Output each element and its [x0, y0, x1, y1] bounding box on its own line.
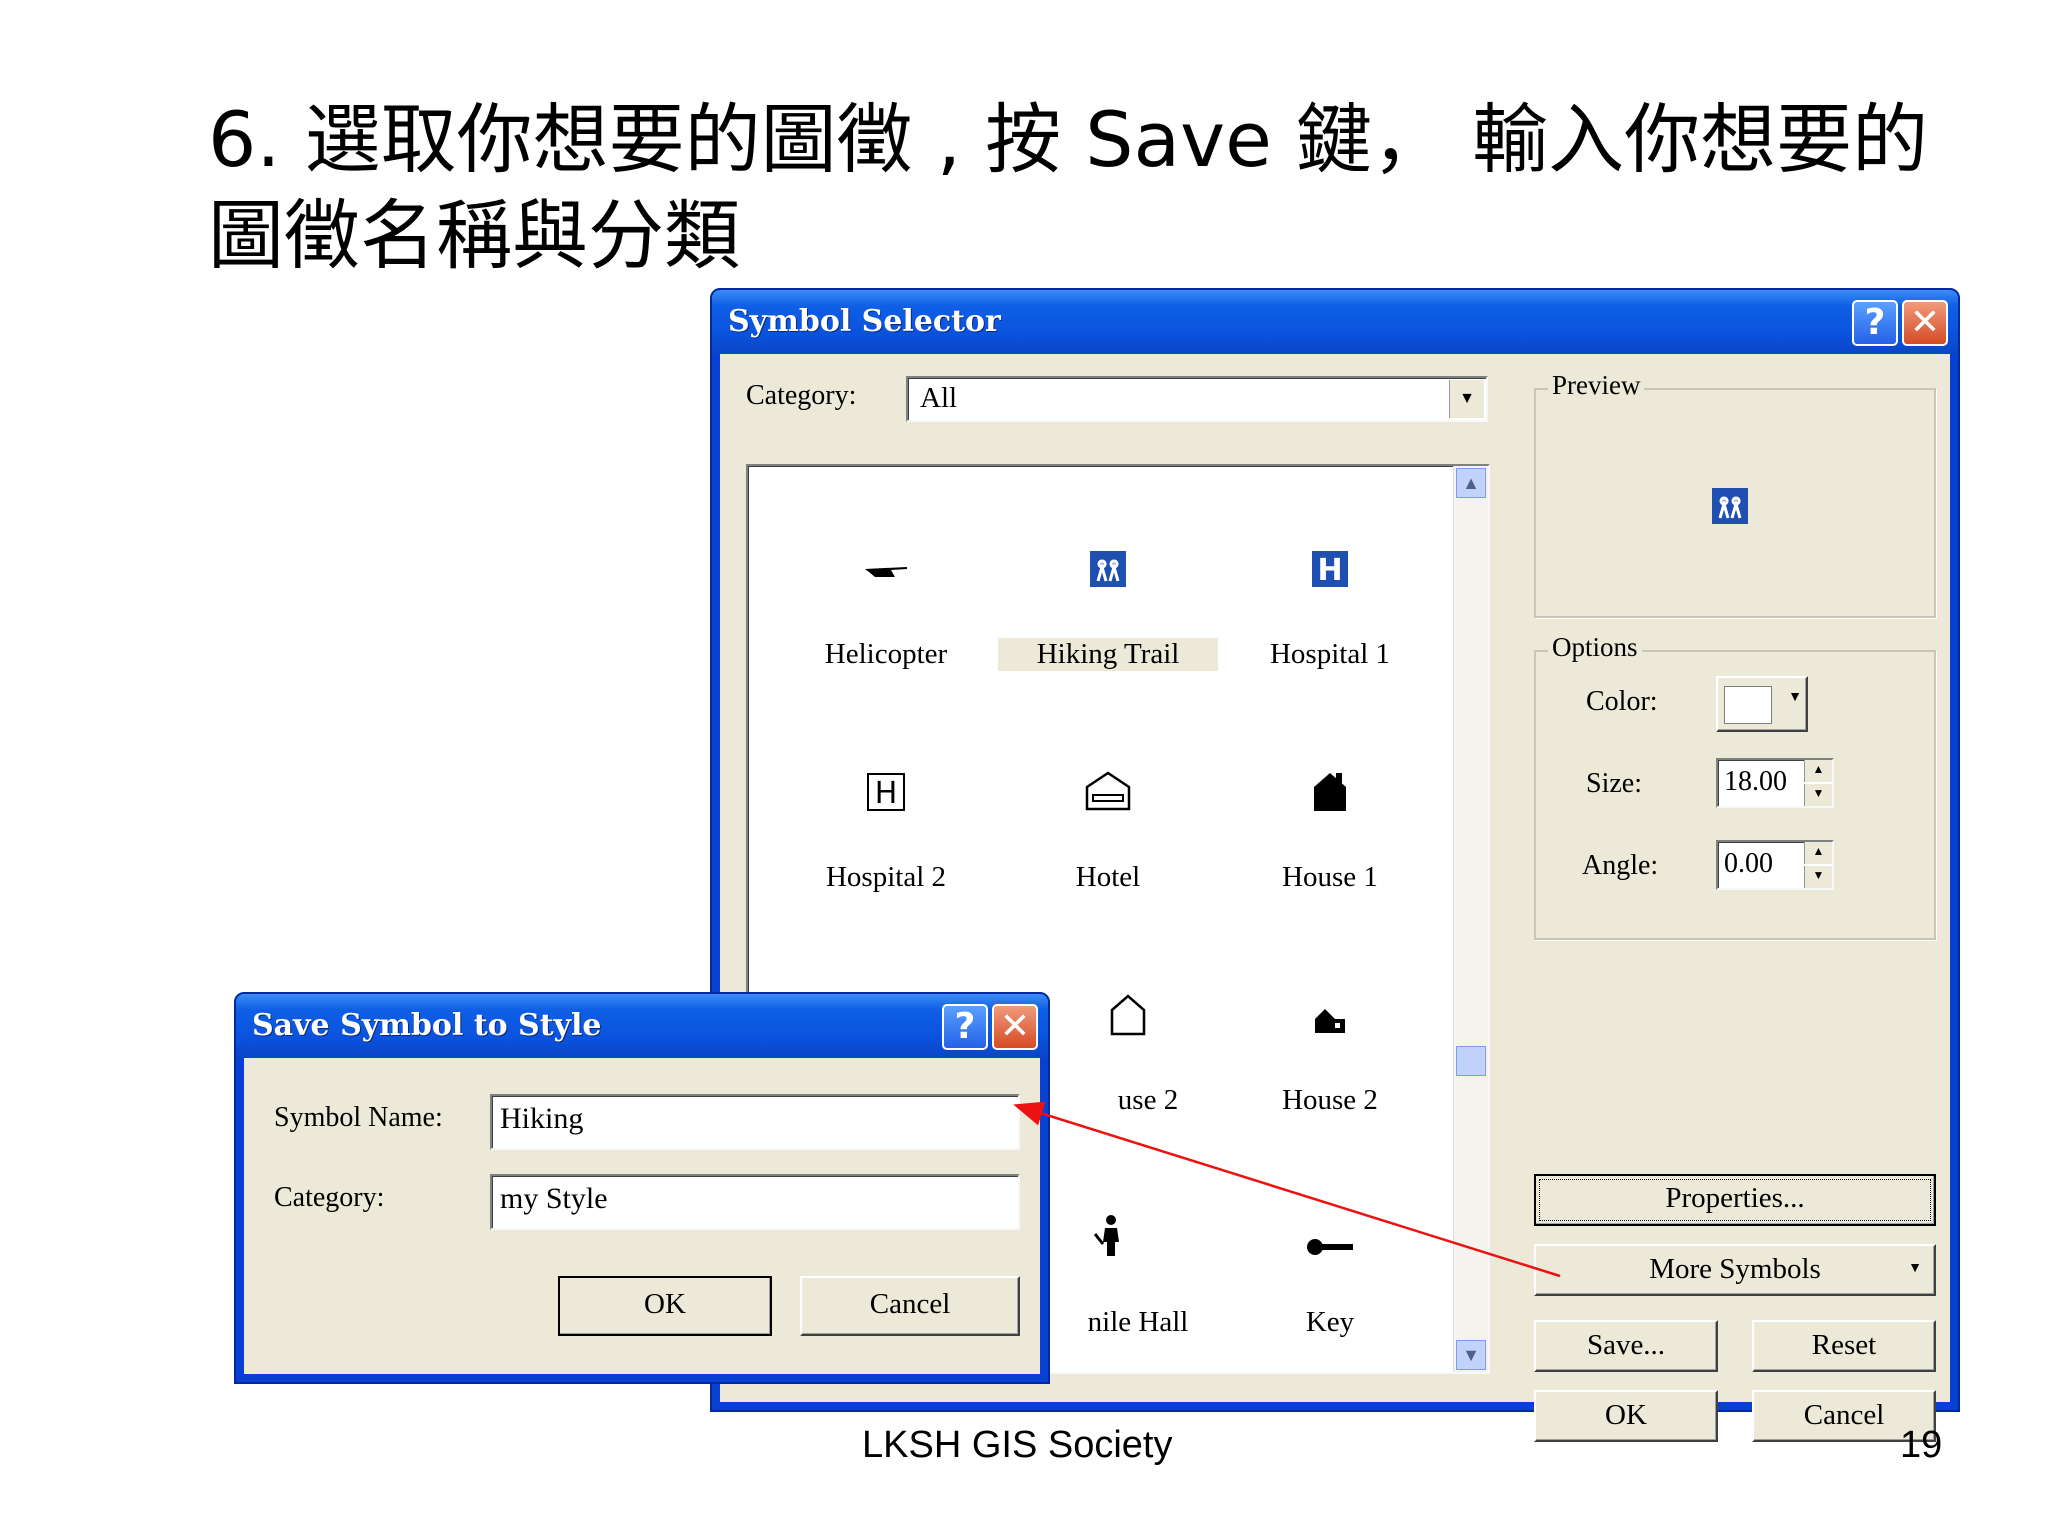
ok-button-label: OK: [644, 1288, 686, 1320]
category-dropdown[interactable]: All ▼: [906, 376, 1488, 422]
cancel-button[interactable]: Cancel: [800, 1276, 1020, 1336]
save-symbol-dialog: Save Symbol to Style ? ✕ Symbol Name: Hi…: [234, 992, 1050, 1384]
list-item[interactable]: Helicopter: [776, 538, 996, 738]
category-value: All: [920, 382, 958, 414]
options-group: Options Color: ▼ Size: 18.00 ▲ ▼ Angle: …: [1534, 632, 1936, 940]
spin-down-icon[interactable]: ▼: [1804, 866, 1832, 888]
help-button[interactable]: ?: [1852, 300, 1898, 346]
symbol-list-scrollbar[interactable]: ▲ ▼: [1453, 466, 1488, 1372]
save-dialog-client: Symbol Name: Hiking Category: my Style O…: [244, 1058, 1040, 1374]
chevron-down-icon: ▼: [1908, 1261, 1922, 1276]
save-button-label: Save...: [1586, 1329, 1666, 1361]
scroll-down-icon[interactable]: ▼: [1456, 1340, 1486, 1370]
properties-button[interactable]: Properties...: [1534, 1174, 1936, 1226]
ok-button[interactable]: OK: [558, 1276, 772, 1336]
symbol-label: Hospital 2: [825, 861, 947, 893]
list-item[interactable]: H Hospital 1: [1220, 538, 1440, 738]
slide-title-line-2: 圖徵名稱與分類: [208, 191, 740, 280]
symbol-label: Hospital 1: [1269, 638, 1391, 670]
category-input-value: my Style: [500, 1182, 608, 1215]
size-stepper[interactable]: 18.00 ▲ ▼: [1716, 758, 1834, 808]
slide-title-line-1: 6. 選取你想要的圖徵 , 按 Save 鍵， 輸入你想要的: [208, 95, 1929, 184]
chevron-down-icon: ▼: [1788, 690, 1802, 705]
symbol-name-input[interactable]: Hiking: [490, 1094, 1020, 1150]
save-button[interactable]: Save...: [1534, 1320, 1718, 1372]
juvenile-hall-icon: [1078, 1214, 1138, 1274]
reset-button-label: Reset: [1811, 1329, 1877, 1361]
angle-value: 0.00: [1724, 848, 1773, 879]
list-item[interactable]: Key: [1220, 1206, 1440, 1406]
cancel-button-label: Cancel: [869, 1288, 951, 1320]
list-item[interactable]: H Hospital 2: [776, 761, 996, 961]
page-number: 19: [1900, 1424, 1943, 1466]
cancel-button-label: Cancel: [1803, 1399, 1885, 1431]
symbol-label: use 2: [1117, 1084, 1179, 1116]
close-button[interactable]: ✕: [1902, 300, 1948, 346]
color-label: Color:: [1586, 686, 1658, 718]
symbol-name-label: Symbol Name:: [274, 1102, 443, 1133]
ok-button-label: OK: [1605, 1399, 1647, 1431]
more-symbols-button[interactable]: More Symbols ▼: [1534, 1244, 1936, 1296]
color-swatch: [1724, 686, 1772, 724]
size-value: 18.00: [1724, 766, 1787, 797]
color-picker-button[interactable]: ▼: [1716, 676, 1808, 732]
angle-label: Angle:: [1582, 850, 1659, 881]
house-2-icon: [1220, 992, 1440, 1052]
save-dialog-titlebar[interactable]: Save Symbol to Style ? ✕: [236, 994, 1048, 1058]
hiking-trail-icon: [998, 546, 1218, 606]
svg-text:H: H: [875, 776, 898, 811]
close-button[interactable]: ✕: [992, 1004, 1038, 1050]
slide-title: 6. 選取你想要的圖徵 , 按 Save 鍵， 輸入你想要的 圖徵名稱與分類: [208, 92, 1968, 284]
house-outline-icon: [1098, 992, 1158, 1052]
footer-society: LKSH GIS Society: [862, 1424, 1173, 1466]
hospital-2-icon: H: [776, 769, 996, 829]
spin-up-icon[interactable]: ▲: [1804, 842, 1832, 864]
save-dialog-title: Save Symbol to Style: [252, 1008, 602, 1043]
scroll-up-icon[interactable]: ▲: [1456, 468, 1486, 498]
symbol-label: Hotel: [1075, 861, 1141, 893]
svg-text:H: H: [1317, 553, 1342, 588]
key-icon: [1220, 1214, 1440, 1274]
scrollbar-thumb[interactable]: [1456, 1046, 1486, 1076]
preview-hiking-trail-icon: [1710, 486, 1750, 531]
color-label-text: Color:: [1586, 686, 1658, 717]
symbol-label: Key: [1305, 1306, 1355, 1338]
list-item[interactable]: House 1: [1220, 761, 1440, 961]
ok-button[interactable]: OK: [1534, 1390, 1718, 1442]
list-item[interactable]: Hotel: [998, 761, 1218, 961]
size-label: Size:: [1586, 768, 1642, 799]
symbol-label: Hiking Trail: [998, 638, 1218, 671]
symbol-label: House 1: [1282, 861, 1378, 893]
angle-stepper[interactable]: 0.00 ▲ ▼: [1716, 840, 1834, 890]
preview-label: Preview: [1548, 370, 1645, 401]
symbol-label: Helicopter: [824, 638, 948, 670]
helicopter-icon: [776, 546, 996, 606]
more-symbols-label: More Symbols: [1649, 1253, 1821, 1285]
category-label: Category:: [274, 1182, 385, 1213]
chevron-down-icon[interactable]: ▼: [1449, 380, 1484, 418]
symbol-name-value: Hiking: [500, 1102, 584, 1135]
help-button[interactable]: ?: [942, 1004, 988, 1050]
options-label: Options: [1548, 632, 1642, 663]
spin-up-icon[interactable]: ▲: [1804, 760, 1832, 782]
symbol-label: House 2: [1282, 1084, 1378, 1116]
category-input[interactable]: my Style: [490, 1174, 1020, 1230]
hospital-1-icon: H: [1220, 546, 1440, 606]
symbol-selector-title: Symbol Selector: [728, 304, 1001, 339]
category-label: Category:: [746, 380, 857, 411]
properties-button-label: Properties...: [1665, 1182, 1805, 1214]
preview-group: Preview: [1534, 370, 1936, 618]
house-1-icon: [1220, 769, 1440, 829]
spin-down-icon[interactable]: ▼: [1804, 784, 1832, 806]
symbol-label: nile Hall: [1087, 1306, 1189, 1338]
reset-button[interactable]: Reset: [1752, 1320, 1936, 1372]
list-item[interactable]: House 2: [1220, 984, 1440, 1184]
symbol-selector-titlebar[interactable]: Symbol Selector ? ✕: [712, 290, 1958, 354]
list-item-selected[interactable]: Hiking Trail: [998, 538, 1218, 738]
hotel-icon: [998, 769, 1218, 829]
